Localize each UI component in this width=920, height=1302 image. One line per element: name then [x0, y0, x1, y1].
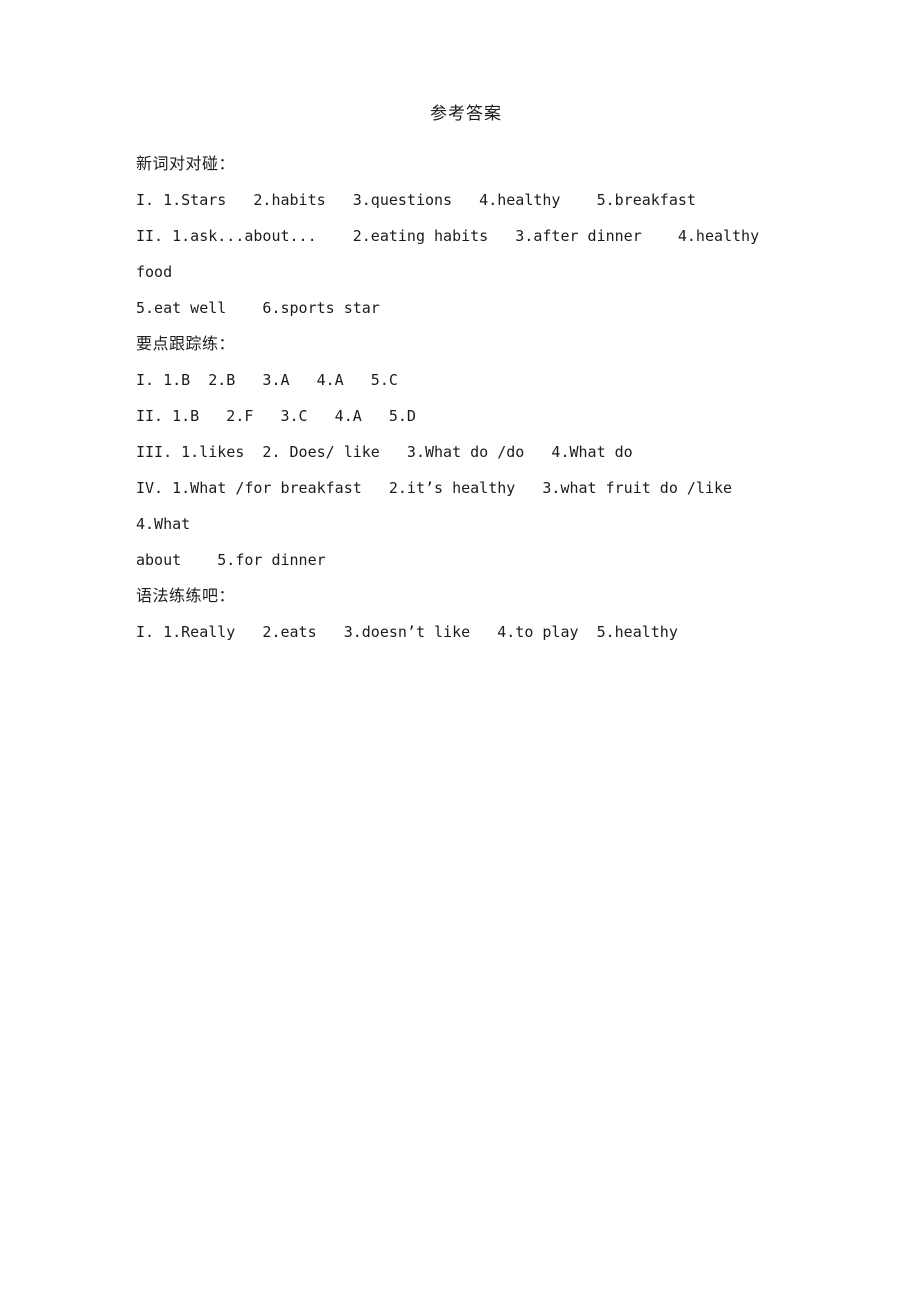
answer-line: I. 1.B 2.B 3.A 4.A 5.C: [136, 371, 398, 389]
page-title: 参考答案: [430, 104, 502, 124]
answer-line: II. 1.ask...about... 2.eating habits 3.a…: [136, 227, 769, 281]
answer-line: I. 1.Really 2.eats 3.doesn’t like 4.to p…: [136, 623, 678, 641]
document-body: 参考答案 新词对对碰： I. 1.Stars 2.habits 3.questio…: [136, 96, 784, 650]
answer-line: III. 1.likes 2. Does/ like 3.What do /do…: [136, 443, 633, 461]
answer-line: II. 1.B 2.F 3.C 4.A 5.D: [136, 407, 416, 425]
answer-line-continuation: 5.eat well 6.sports star: [136, 299, 380, 317]
answer-line: IV. 1.What /for breakfast 2.it’s healthy…: [136, 479, 760, 533]
answer-key-sections: 新词对对碰： I. 1.Stars 2.habits 3.questions 4.…: [136, 146, 784, 650]
answer-section: 要点跟踪练： I. 1.B 2.B 3.A 4.A 5.C II. 1.B 2.F …: [136, 326, 784, 578]
answer-section: 新词对对碰： I. 1.Stars 2.habits 3.questions 4.…: [136, 146, 784, 326]
answer-section: 语法练练吧： I. 1.Really 2.eats 3.doesn’t like …: [136, 578, 784, 650]
section-heading: 新词对对碰：: [136, 154, 236, 173]
document-page: 参考答案 新词对对碰： I. 1.Stars 2.habits 3.questio…: [0, 0, 920, 1302]
section-heading: 语法练练吧：: [136, 586, 236, 605]
answer-line-continuation: about 5.for dinner: [136, 551, 326, 569]
answer-line: I. 1.Stars 2.habits 3.questions 4.health…: [136, 191, 696, 209]
section-heading: 要点跟踪练：: [136, 334, 236, 353]
